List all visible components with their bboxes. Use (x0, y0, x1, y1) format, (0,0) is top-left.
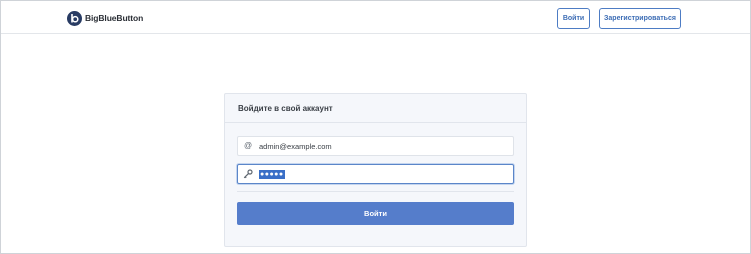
bigbluebutton-logo-icon (67, 10, 82, 26)
login-card-title: Войдите в свой аккаунт (238, 104, 333, 113)
brand-name: BigBlueButton (85, 13, 144, 23)
email-field[interactable]: @ admin@example.com (237, 136, 514, 156)
password-masked-value: ●●●●● (259, 170, 285, 179)
brand-logo[interactable]: BigBlueButton (67, 10, 143, 26)
login-card: Войдите в свой аккаунт @ admin@example.c… (224, 93, 527, 247)
form-divider (237, 191, 514, 192)
key-icon (243, 169, 253, 179)
header-register-button[interactable]: Зарегистрироваться (599, 8, 681, 29)
password-field[interactable]: ●●●●● (237, 164, 514, 184)
at-sign-icon: @ (243, 141, 253, 150)
main-content: Войдите в свой аккаунт @ admin@example.c… (1, 34, 750, 253)
top-navbar: BigBlueButton Войти Зарегистрироваться (1, 1, 750, 34)
submit-login-button[interactable]: Войти (237, 202, 514, 225)
email-value: admin@example.com (259, 142, 332, 151)
header-login-button[interactable]: Войти (557, 8, 590, 29)
login-card-header: Войдите в свой аккаунт (225, 94, 526, 123)
